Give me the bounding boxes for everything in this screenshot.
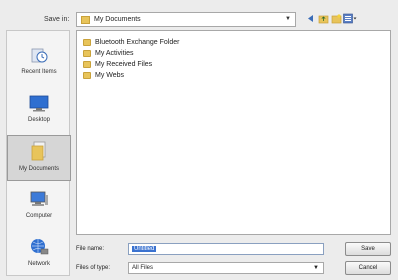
chevron-down-icon: ▼ [285,16,291,22]
sidebar-item-network[interactable]: Network [7,237,71,267]
sidebar-item-recent-items[interactable]: Recent Items [7,45,71,75]
sidebar-item-label: My Documents [18,166,59,172]
sidebar-item-computer[interactable]: Computer [7,189,71,219]
desktop-icon [7,93,71,115]
new-folder-icon[interactable] [330,12,342,25]
network-icon [7,237,71,259]
file-name-value: Untitled [132,246,157,252]
file-name-label: File name: [76,246,105,252]
list-item-label: My Webs [95,72,125,79]
places-sidebar: Recent Items Desktop My Documents Comput… [6,30,71,276]
list-item-label: My Activities [95,50,134,57]
save-in-value: My Documents [94,16,141,23]
sidebar-item-my-documents[interactable]: My Documents [7,135,71,181]
cancel-button[interactable]: Cancel [345,261,391,275]
save-button[interactable]: Save [345,242,391,256]
folder-icon [83,50,91,57]
save-in-label: Save in: [44,16,70,23]
list-item[interactable]: My Activities [77,48,390,59]
folder-icon [83,61,91,68]
file-name-input[interactable]: Untitled [128,243,324,255]
sidebar-item-label: Network [27,261,50,267]
files-of-type-label: Files of type: [76,265,111,271]
view-menu-icon[interactable] [343,12,357,25]
folder-icon [81,15,90,24]
list-item-label: My Received Files [95,61,153,68]
save-in-dropdown[interactable]: My Documents ▼ [76,12,296,27]
computer-icon [7,189,71,211]
list-item-label: Bluetooth Exchange Folder [95,39,180,46]
sidebar-item-label: Desktop [27,117,50,123]
files-of-type-dropdown[interactable]: All Files ▼ [128,262,324,274]
sidebar-item-label: Computer [25,213,53,219]
file-list: Bluetooth Exchange Folder My Activities … [76,30,391,235]
folder-icon [83,39,91,46]
list-item[interactable]: Bluetooth Exchange Folder [77,37,390,48]
folder-icon [83,72,91,79]
up-folder-icon[interactable] [317,12,329,25]
files-of-type-value: All Files [132,265,154,271]
sidebar-item-desktop[interactable]: Desktop [7,93,71,123]
list-item[interactable]: My Received Files [77,59,390,70]
recent-items-icon [7,45,71,67]
chevron-down-icon: ▼ [313,265,319,271]
sidebar-item-label: Recent Items [21,69,57,75]
my-documents-icon [8,140,70,164]
list-item[interactable]: My Webs [77,70,390,81]
back-icon[interactable] [304,12,316,25]
